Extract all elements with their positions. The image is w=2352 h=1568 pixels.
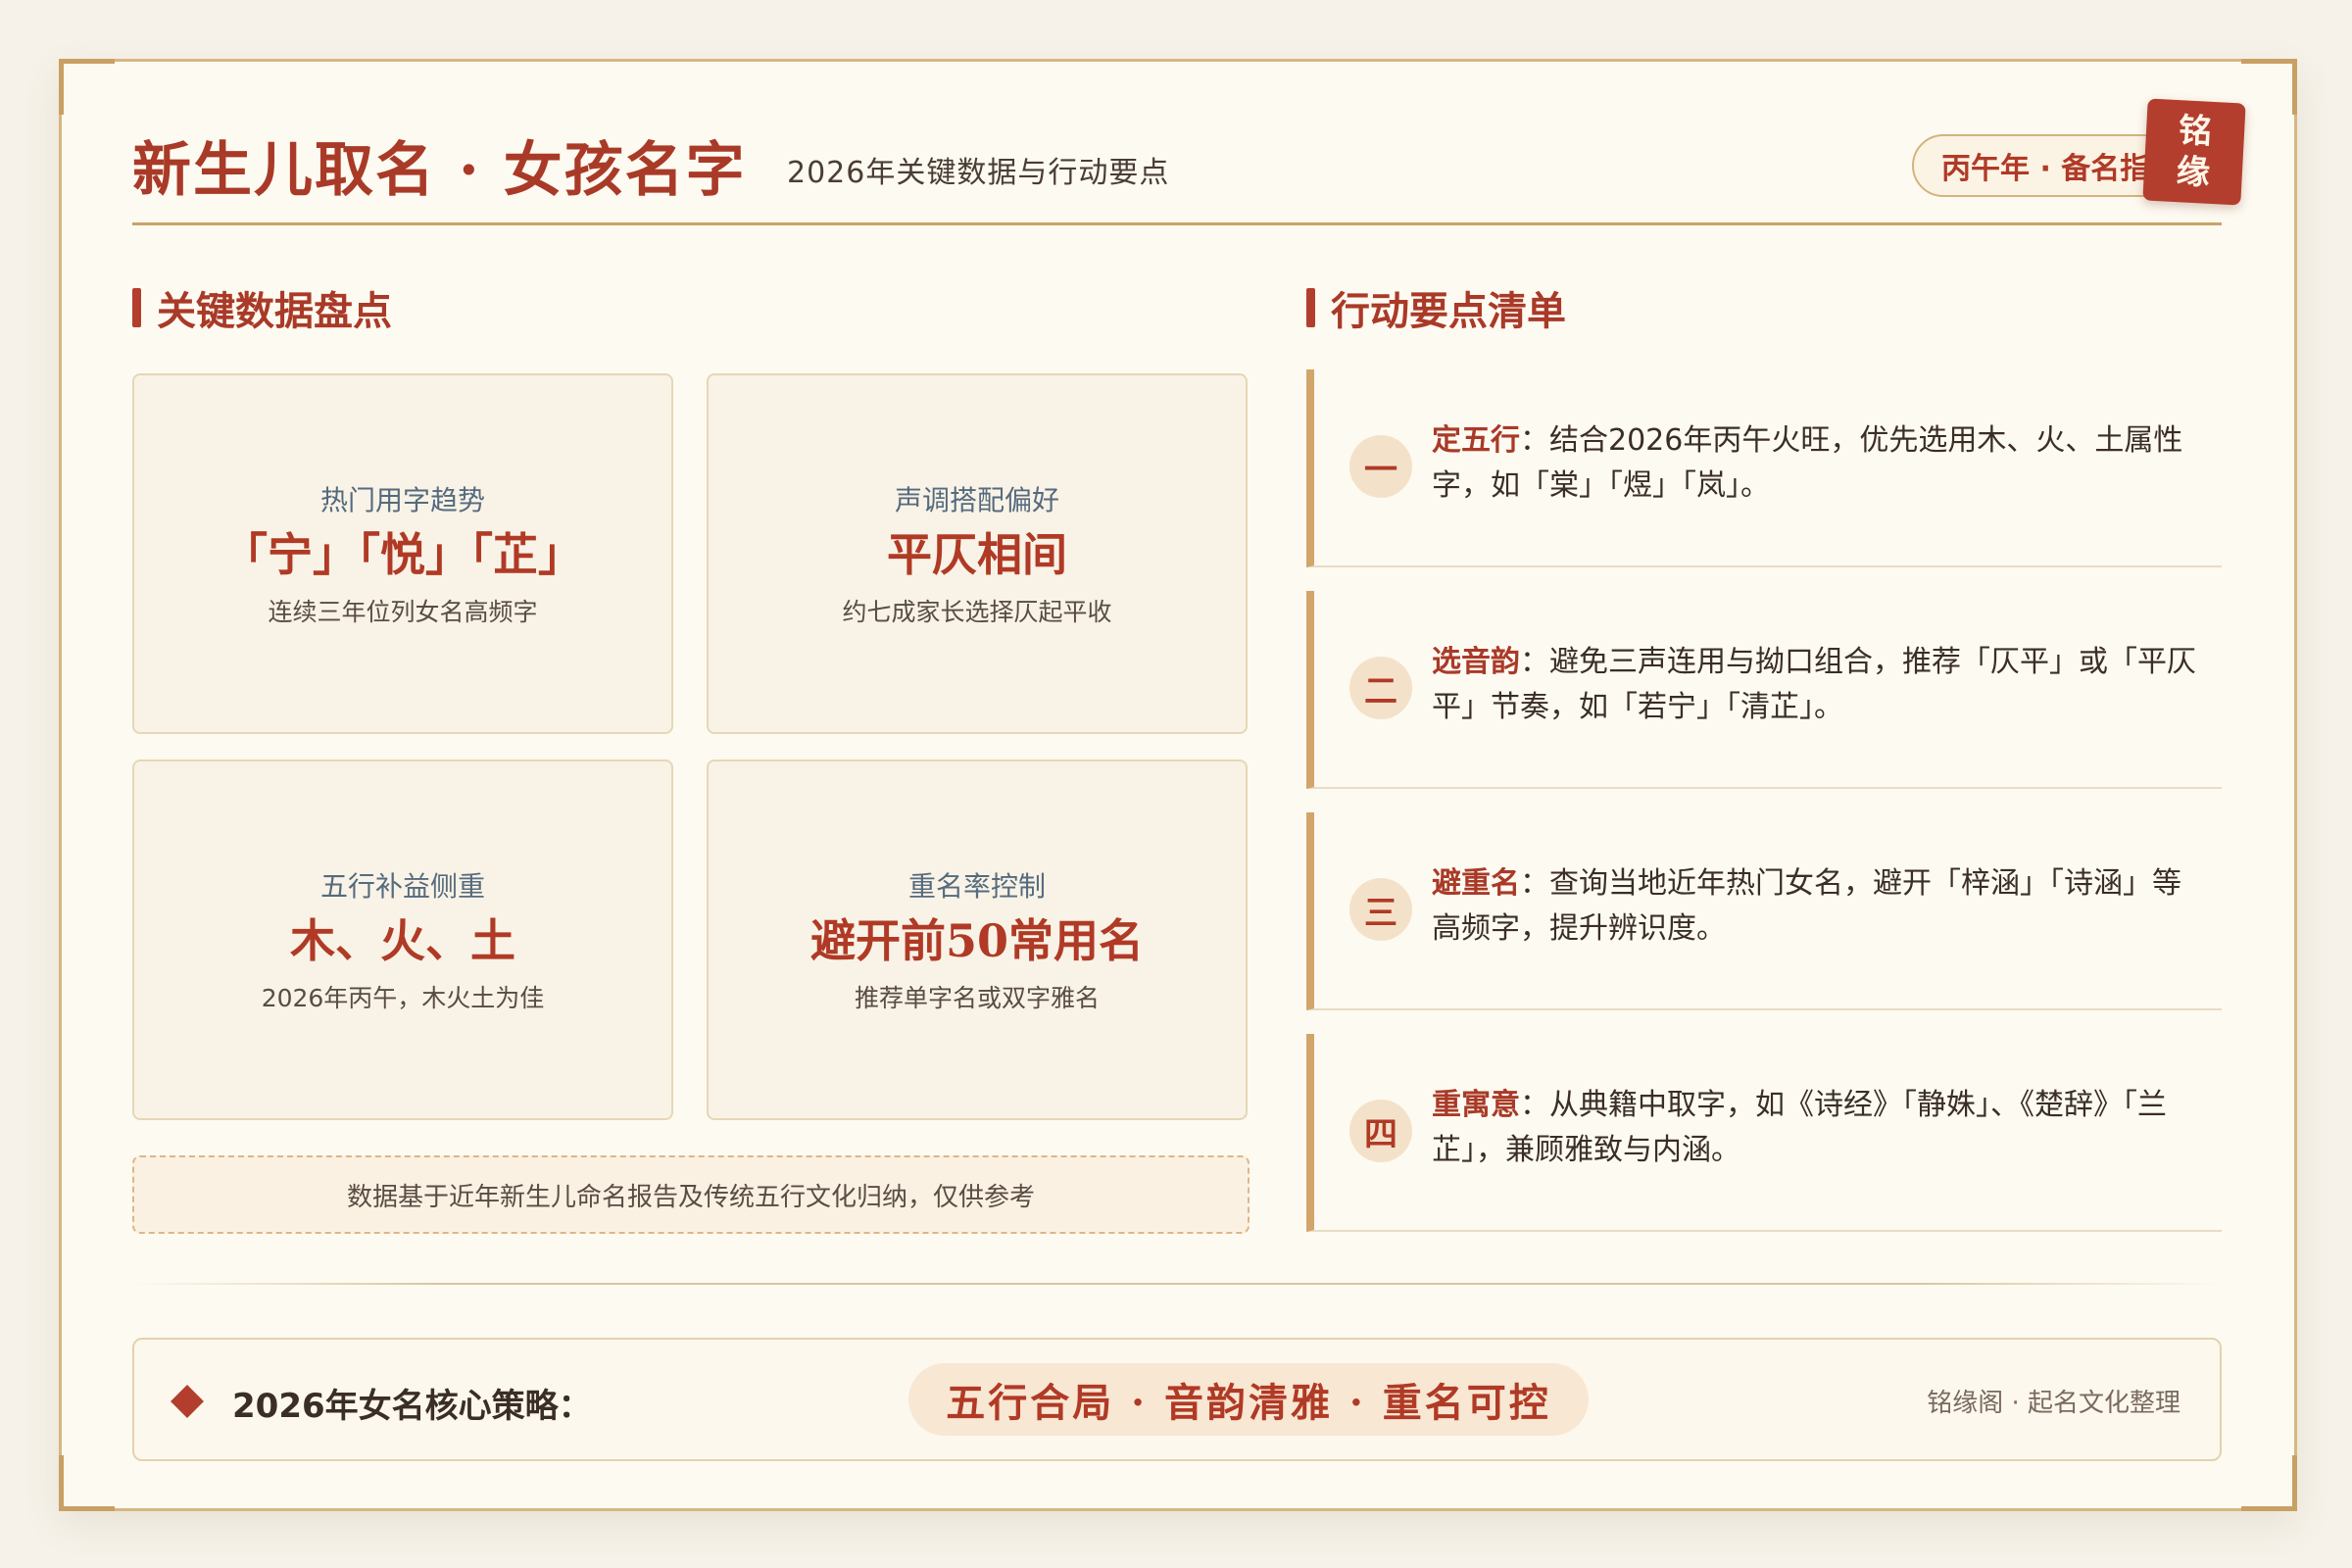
seal-stamp: 铭 缘 [2142,98,2246,206]
action-separator: ： [1520,866,1549,901]
stat-value: 木、火、土 [290,914,515,967]
stat-card-tone-pattern: 声调搭配偏好 平仄相间 约七成家长选择仄起平收 [707,373,1248,734]
stat-label: 热门用字趋势 [319,484,485,516]
seal-char: 铭 [2178,111,2214,152]
action-text: 选音韵：避免三声连用与拗口组合，推荐「仄平」或「平仄平」节奏，如「若宁」「清芷」… [1432,640,2206,730]
action-number-badge: 四 [1349,1100,1412,1162]
stat-card-popular-chars: 热门用字趋势 「宁」「悦」「芷」 连续三年位列女名高频字 [132,373,673,734]
action-separator: ： [1520,1088,1549,1122]
stat-note: 约七成家长选择仄起平收 [842,598,1112,626]
heading-accent-bar [132,288,141,327]
action-number-badge: 二 [1349,657,1412,719]
action-item-phonetics: 二 选音韵：避免三声连用与拗口组合，推荐「仄平」或「平仄平」节奏，如「若宁」「清… [1306,591,2222,789]
section-divider [132,1283,2222,1285]
stat-label: 声调搭配偏好 [894,484,1059,516]
action-item-elements: 一 定五行：结合2026年丙午火旺，优先选用木、火、土属性字，如「棠」「煜」「岚… [1306,369,2222,567]
action-number-badge: 三 [1349,878,1412,941]
stat-card-duplicate-rate: 重名率控制 避开前50常用名 推荐单字名或双字雅名 [707,760,1248,1120]
stat-label: 五行补益侧重 [319,870,485,903]
action-number-badge: 一 [1349,435,1412,498]
corner-ornament [2241,59,2297,115]
stat-value: 避开前50常用名 [809,914,1144,967]
action-separator: ： [1520,645,1549,679]
stat-note: 2026年丙午，木火土为佳 [261,984,545,1012]
action-separator: ： [1520,423,1549,458]
action-keyword: 定五行 [1432,423,1520,458]
page-title: 新生儿取名 · 女孩名字 [132,136,747,205]
action-item-avoid-duplicates: 三 避重名：查询当地近年热门女名，避开「梓涵」「诗涵」等高频字，提升辨识度。 [1306,812,2222,1010]
action-keyword: 重寓意 [1432,1088,1520,1122]
data-source-footnote: 数据基于近年新生儿命名报告及传统五行文化归纳，仅供参考 [132,1155,1250,1234]
corner-ornament [59,1455,115,1511]
header-divider [132,222,2222,225]
key-data-heading-text: 关键数据盘点 [157,288,392,334]
page-subtitle: 2026年关键数据与行动要点 [787,156,1170,190]
action-text: 避重名：查询当地近年热门女名，避开「梓涵」「诗涵」等高频字，提升辨识度。 [1432,861,2206,952]
action-item-meaning: 四 重寓意：从典籍中取字，如《诗经》「静姝」、《楚辞》「兰芷」，兼顾雅致与内涵。 [1306,1034,2222,1232]
actions-heading-text: 行动要点清单 [1331,288,1566,334]
heading-accent-bar [1306,288,1315,327]
action-text: 重寓意：从典籍中取字，如《诗经》「静姝」、《楚辞》「兰芷」，兼顾雅致与内涵。 [1432,1083,2206,1173]
stat-label: 重名率控制 [907,870,1046,903]
stat-note: 推荐单字名或双字雅名 [854,984,1100,1012]
stat-note: 连续三年位列女名高频字 [268,598,538,626]
credit-text: 铭缘阁 · 起名文化整理 [1927,1389,2180,1418]
action-text: 定五行：结合2026年丙午火旺，优先选用木、火、土属性字，如「棠」「煜」「岚」。 [1432,418,2206,509]
key-data-heading: 关键数据盘点 [132,283,392,334]
corner-ornament [59,59,115,115]
stat-card-five-elements: 五行补益侧重 木、火、土 2026年丙午，木火土为佳 [132,760,673,1120]
action-keyword: 避重名 [1432,866,1520,901]
stat-value: 「宁」「悦」「芷」 [222,528,583,581]
corner-ornament [2241,1455,2297,1511]
stat-value: 平仄相间 [887,528,1067,581]
actions-heading: 行动要点清单 [1306,283,1566,334]
core-strategy-banner: 2026年女名核心策略： 五行合局 · 音韵清雅 · 重名可控 铭缘阁 · 起名… [132,1338,2222,1461]
diamond-icon [171,1385,204,1418]
seal-char: 缘 [2175,152,2211,193]
poster-sheet: 新生儿取名 · 女孩名字 2026年关键数据与行动要点 丙午年 · 备名指南 铭… [59,59,2297,1511]
action-keyword: 选音韵 [1432,645,1520,679]
strategy-label: 2026年女名核心策略： [232,1387,592,1426]
strategy-core-pill: 五行合局 · 音韵清雅 · 重名可控 [908,1363,1589,1436]
